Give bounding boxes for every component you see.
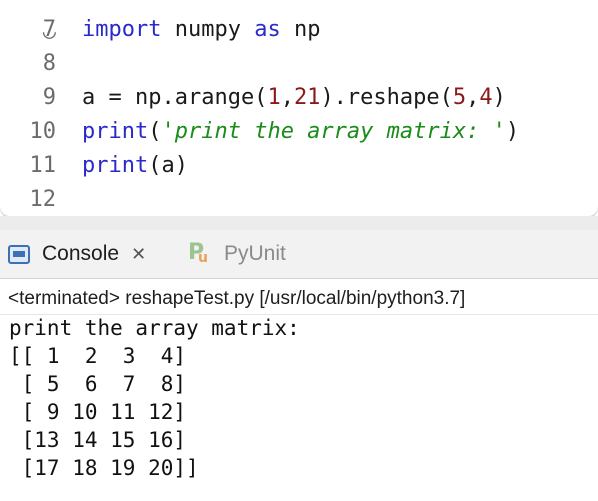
close-icon[interactable]: ✕	[131, 245, 147, 263]
code-token: print	[82, 119, 149, 144]
code-token: numpy	[161, 17, 255, 42]
console-icon	[8, 244, 30, 264]
line-number: 10	[29, 119, 57, 144]
code-line[interactable]: 12	[0, 183, 598, 216]
tab-console-label: Console	[42, 242, 120, 265]
tab-pyunit-label: PyUnit	[224, 242, 286, 265]
console-output[interactable]: print the array matrix: [[ 1 2 3 4] [ 5 6…	[9, 314, 598, 482]
code-token: print	[82, 153, 149, 178]
code-token: )	[492, 85, 506, 110]
console-output-line: [ 5 6 7 8]	[9, 372, 187, 396]
console-output-line: [[ 1 2 3 4]	[9, 344, 187, 368]
console-output-line: [ 9 10 11 12]	[9, 400, 187, 424]
code-text: print('print the array matrix: ')	[82, 115, 519, 148]
console-tab-bar: Console ✕ Pu PyUnit	[0, 230, 598, 279]
code-token: ).reshape(	[320, 85, 453, 110]
tab-console[interactable]: Console ✕	[8, 230, 147, 278]
code-token: (	[148, 119, 162, 144]
code-token: (a)	[148, 153, 188, 178]
code-token: as	[254, 17, 281, 42]
code-line[interactable]: 11 print(a)	[0, 149, 598, 182]
code-token: 1	[267, 85, 281, 110]
code-token: )	[505, 119, 520, 144]
code-token: import	[82, 17, 162, 42]
console-status: <terminated> reshapeTest.py [/usr/local/…	[0, 279, 598, 315]
line-number: 11	[29, 153, 57, 178]
console-output-line: [13 14 15 16]	[9, 428, 187, 452]
code-text: a = np.arange(1,21).reshape(5,4)	[82, 81, 506, 114]
code-token: 4	[479, 85, 493, 110]
code-text: print(a)	[82, 149, 188, 182]
code-line[interactable]: 7 import numpy as np	[0, 13, 598, 46]
code-editor[interactable]: ◡ 7 import numpy as np 8 9 a = np.arange(1,2…	[0, 0, 598, 216]
line-number: 9	[42, 85, 56, 110]
tab-pyunit[interactable]: Pu PyUnit	[188, 230, 286, 278]
console-output-line: print the array matrix:	[9, 316, 300, 340]
code-token: 21	[293, 85, 321, 110]
code-line[interactable]: 8	[0, 47, 598, 80]
code-token: 5	[452, 85, 467, 110]
line-number: 7	[42, 17, 56, 42]
code-token: ,	[466, 85, 480, 110]
pyunit-icon: Pu	[188, 240, 208, 266]
console-output-line: [17 18 19 20]]	[9, 456, 199, 480]
panel-divider[interactable]	[0, 216, 598, 230]
code-token: ,	[280, 85, 294, 110]
code-token: np	[280, 17, 321, 42]
code-text: import numpy as np	[82, 13, 320, 46]
code-line[interactable]: 10 print('print the array matrix: ')	[0, 115, 598, 148]
code-line[interactable]: 9a = np.arange(1,21).reshape(5,4)	[0, 81, 598, 114]
code-token: 'print the array matrix: '	[161, 119, 506, 144]
code-token: a = np.arange(	[82, 85, 268, 110]
line-number: 8	[42, 51, 56, 76]
line-number: 12	[29, 187, 57, 212]
